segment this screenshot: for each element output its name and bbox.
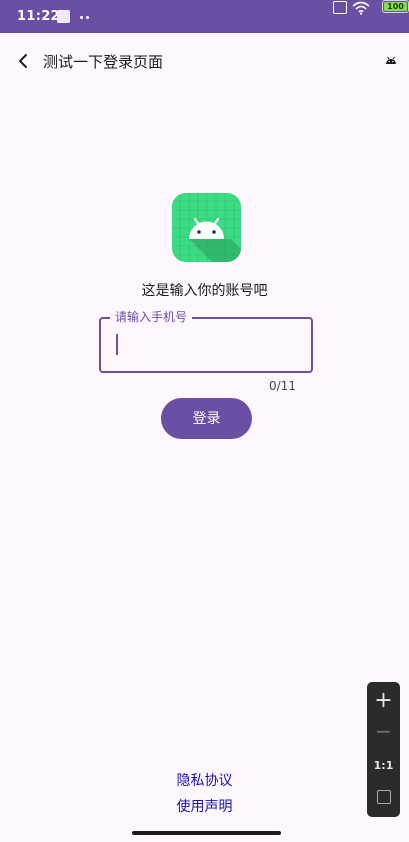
text-cursor xyxy=(116,334,118,355)
battery-level: 100 xyxy=(384,2,407,11)
app-notification-icon xyxy=(57,10,70,23)
more-notifications-icon xyxy=(80,16,90,19)
android-icon[interactable] xyxy=(385,55,397,65)
phone-input[interactable] xyxy=(99,317,313,373)
zoom-in-icon[interactable]: + xyxy=(367,686,400,716)
wifi-icon xyxy=(352,1,370,15)
account-prompt: 这是输入你的账号吧 xyxy=(141,283,268,299)
zoom-controls: + − 1:1 xyxy=(367,682,400,817)
zoom-out-icon[interactable]: − xyxy=(367,718,400,744)
chevron-left-icon[interactable] xyxy=(14,51,34,71)
terms-of-use-link[interactable]: 使用声明 xyxy=(0,796,409,816)
android-app-icon xyxy=(172,193,241,262)
battery-icon: 100 xyxy=(382,0,409,13)
sim-off-icon xyxy=(333,1,347,14)
app-toolbar: 测试一下登录页面 xyxy=(0,33,409,89)
login-button[interactable]: 登录 xyxy=(161,398,252,439)
zoom-reset-button[interactable]: 1:1 xyxy=(367,756,400,776)
fit-screen-icon[interactable] xyxy=(367,787,400,807)
status-time: 11:22 xyxy=(17,9,60,24)
privacy-policy-link[interactable]: 隐私协议 xyxy=(0,770,409,790)
gesture-nav-handle[interactable] xyxy=(132,831,281,835)
status-bar: 11:22 100 xyxy=(0,0,409,33)
phone-input-label: 请输入手机号 xyxy=(110,310,193,324)
page-title: 测试一下登录页面 xyxy=(43,53,164,71)
char-counter: 0/11 xyxy=(269,379,296,393)
